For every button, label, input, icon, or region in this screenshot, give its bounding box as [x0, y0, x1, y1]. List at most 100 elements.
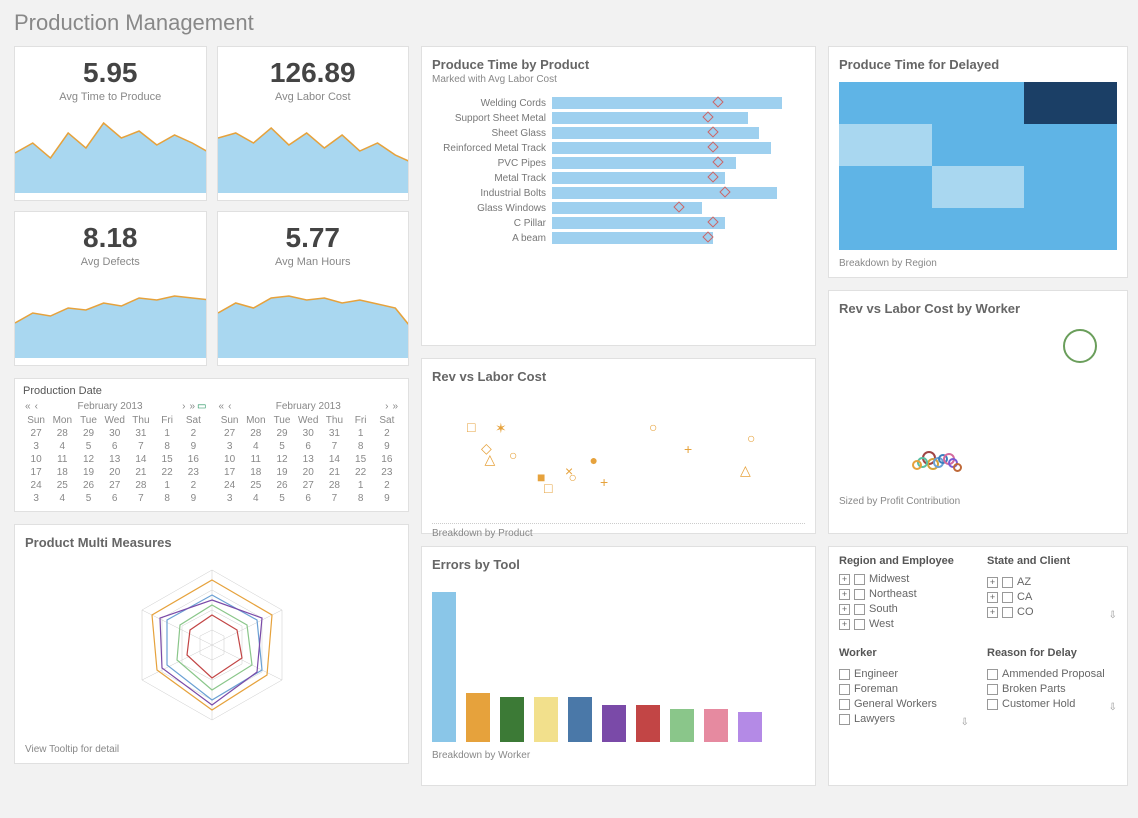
cal-day[interactable]: 28	[49, 427, 75, 440]
scroll-down-icon[interactable]: ⇩	[961, 717, 969, 728]
cal-prev-icon[interactable]: ‹	[226, 401, 233, 412]
cal-day[interactable]: 20	[102, 466, 128, 479]
filter-item[interactable]: + Northeast	[839, 588, 969, 600]
cal-day[interactable]: 9	[374, 440, 400, 453]
cal-day[interactable]: 7	[321, 492, 347, 505]
cal-day[interactable]: 16	[180, 453, 206, 466]
cal-day[interactable]: 28	[128, 479, 154, 492]
checkbox-icon[interactable]	[854, 604, 865, 615]
cal-next-icon[interactable]: ›	[180, 401, 187, 412]
cal-day[interactable]: 1	[348, 427, 374, 440]
cal-day[interactable]: 5	[75, 440, 101, 453]
cal-day[interactable]: 17	[23, 466, 49, 479]
cal-day[interactable]: 8	[348, 492, 374, 505]
cal-day[interactable]: 4	[243, 440, 269, 453]
cal-day[interactable]: 24	[217, 479, 243, 492]
checkbox-icon[interactable]	[854, 589, 865, 600]
cal-day[interactable]: 18	[243, 466, 269, 479]
checkbox-icon[interactable]	[987, 699, 998, 710]
checkbox-icon[interactable]	[854, 574, 865, 585]
cal-day[interactable]: 13	[102, 453, 128, 466]
cal-day[interactable]: 5	[75, 492, 101, 505]
checkbox-icon[interactable]	[839, 669, 850, 680]
filter-item[interactable]: + AZ	[987, 576, 1109, 588]
filter-item[interactable]: + CO	[987, 606, 1109, 618]
cal-day[interactable]: 11	[49, 453, 75, 466]
cal-day[interactable]: 23	[180, 466, 206, 479]
cal-day[interactable]: 18	[49, 466, 75, 479]
cal-day[interactable]: 7	[128, 492, 154, 505]
cal-day[interactable]: 2	[374, 427, 400, 440]
cal-next-fast-icon[interactable]: »	[187, 401, 197, 412]
cal-day[interactable]: 5	[269, 492, 295, 505]
cal-day[interactable]: 27	[102, 479, 128, 492]
expand-icon[interactable]: +	[987, 607, 998, 618]
cal-day[interactable]: 4	[243, 492, 269, 505]
cal-day[interactable]: 1	[154, 479, 180, 492]
expand-icon[interactable]: +	[839, 604, 850, 615]
cal-day[interactable]: 10	[23, 453, 49, 466]
cal-day[interactable]: 9	[374, 492, 400, 505]
checkbox-icon[interactable]	[1002, 577, 1013, 588]
checkbox-icon[interactable]	[1002, 592, 1013, 603]
filter-item[interactable]: + CA	[987, 591, 1109, 603]
expand-icon[interactable]: +	[987, 592, 998, 603]
cal-prev-icon[interactable]: ‹	[33, 401, 40, 412]
cal-day[interactable]: 3	[217, 440, 243, 453]
cal-day[interactable]: 22	[348, 466, 374, 479]
cal-day[interactable]: 8	[154, 492, 180, 505]
cal-day[interactable]: 8	[348, 440, 374, 453]
cal-day[interactable]: 29	[75, 427, 101, 440]
cal-prev-fast-icon[interactable]: «	[217, 401, 227, 412]
cal-day[interactable]: 12	[75, 453, 101, 466]
cal-day[interactable]: 6	[295, 492, 321, 505]
cal-day[interactable]: 14	[321, 453, 347, 466]
cal-day[interactable]: 4	[49, 440, 75, 453]
filter-item[interactable]: Lawyers	[839, 713, 961, 725]
expand-icon[interactable]: +	[839, 574, 850, 585]
cal-day[interactable]: 28	[321, 479, 347, 492]
cal-day[interactable]: 5	[269, 440, 295, 453]
cal-day[interactable]: 26	[75, 479, 101, 492]
cal-day[interactable]: 22	[154, 466, 180, 479]
cal-day[interactable]: 25	[49, 479, 75, 492]
cal-day[interactable]: 1	[154, 427, 180, 440]
cal-day[interactable]: 3	[23, 440, 49, 453]
cal-day[interactable]: 2	[180, 479, 206, 492]
cal-day[interactable]: 23	[374, 466, 400, 479]
scroll-down-icon[interactable]: ⇩	[1109, 610, 1117, 621]
checkbox-icon[interactable]	[839, 699, 850, 710]
checkbox-icon[interactable]	[1002, 607, 1013, 618]
cal-day[interactable]: 14	[128, 453, 154, 466]
cal-range-icon[interactable]: ▭	[197, 401, 206, 412]
filter-item[interactable]: Broken Parts	[987, 683, 1109, 695]
filter-item[interactable]: Ammended Proposal	[987, 668, 1109, 680]
cal-day[interactable]: 17	[217, 466, 243, 479]
cal-day[interactable]: 2	[180, 427, 206, 440]
cal-day[interactable]: 28	[243, 427, 269, 440]
expand-icon[interactable]: +	[987, 577, 998, 588]
checkbox-icon[interactable]	[987, 669, 998, 680]
cal-day[interactable]: 29	[269, 427, 295, 440]
cal-day[interactable]: 8	[154, 440, 180, 453]
filter-item[interactable]: General Workers	[839, 698, 961, 710]
checkbox-icon[interactable]	[839, 684, 850, 695]
cal-day[interactable]: 9	[180, 492, 206, 505]
cal-day[interactable]: 30	[295, 427, 321, 440]
cal-next-fast-icon[interactable]: »	[390, 401, 400, 412]
expand-icon[interactable]: +	[839, 589, 850, 600]
filter-item[interactable]: + Midwest	[839, 573, 969, 585]
cal-day[interactable]: 21	[321, 466, 347, 479]
filter-item[interactable]: + West	[839, 618, 969, 630]
cal-day[interactable]: 2	[374, 479, 400, 492]
cal-day[interactable]: 7	[128, 440, 154, 453]
cal-day[interactable]: 7	[321, 440, 347, 453]
cal-day[interactable]: 12	[269, 453, 295, 466]
filter-item[interactable]: + South	[839, 603, 969, 615]
checkbox-icon[interactable]	[987, 684, 998, 695]
cal-day[interactable]: 4	[49, 492, 75, 505]
cal-day[interactable]: 6	[102, 440, 128, 453]
cal-day[interactable]: 25	[243, 479, 269, 492]
cal-day[interactable]: 6	[102, 492, 128, 505]
cal-day[interactable]: 13	[295, 453, 321, 466]
